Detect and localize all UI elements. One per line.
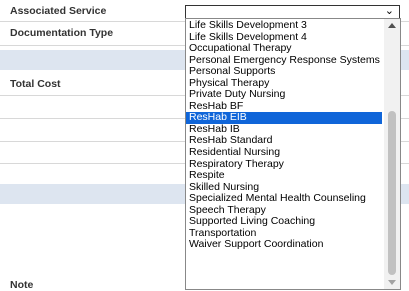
dropdown-option[interactable]: Personal Supports [186, 66, 382, 78]
note-label: Note [10, 279, 34, 291]
documentation-type-label: Documentation Type [10, 27, 114, 39]
dropdown-option[interactable]: Respite [186, 170, 382, 182]
dropdown-option[interactable]: Private Duty Nursing [186, 89, 382, 101]
dropdown-option[interactable]: Personal Emergency Response Systems [186, 55, 382, 67]
dropdown-option[interactable]: Life Skills Development 3 [186, 20, 382, 32]
dropdown-option[interactable]: ResHab EIB [186, 112, 382, 124]
dropdown-option[interactable]: Life Skills Development 4 [186, 32, 382, 44]
dropdown-option[interactable]: ResHab IB [186, 124, 382, 136]
scroll-down-arrow-icon[interactable] [388, 280, 396, 285]
total-cost-label: Total Cost [10, 78, 61, 90]
dropdown-scrollbar[interactable] [384, 19, 400, 289]
chevron-down-icon[interactable]: ⌄ [385, 4, 394, 17]
dropdown-option[interactable]: ResHab BF [186, 101, 382, 113]
associated-service-select[interactable]: ⌄ [185, 5, 400, 19]
dropdown-options: Life Skills Development 3 Life Skills Dev… [186, 20, 382, 251]
dropdown-option[interactable]: Speech Therapy [186, 205, 382, 217]
dropdown-option[interactable]: Waiver Support Coordination [186, 239, 382, 251]
dropdown-option[interactable]: Residential Nursing [186, 147, 382, 159]
associated-service-label: Associated Service [10, 5, 107, 17]
scrollbar-thumb[interactable] [388, 111, 396, 275]
dropdown-option[interactable]: Skilled Nursing [186, 182, 382, 194]
dropdown-option[interactable]: Occupational Therapy [186, 43, 382, 55]
dropdown-option[interactable]: Physical Therapy [186, 78, 382, 90]
dropdown-option[interactable]: Supported Living Coaching [186, 216, 382, 228]
dropdown-option[interactable]: Respiratory Therapy [186, 159, 382, 171]
scroll-up-arrow-icon[interactable] [388, 23, 396, 28]
dropdown-option[interactable]: ResHab Standard [186, 135, 382, 147]
dropdown-option[interactable]: Specialized Mental Health Counseling [186, 193, 382, 205]
associated-service-dropdown-list[interactable]: Life Skills Development 3 Life Skills Dev… [185, 18, 401, 290]
dropdown-option[interactable]: Transportation [186, 228, 382, 240]
